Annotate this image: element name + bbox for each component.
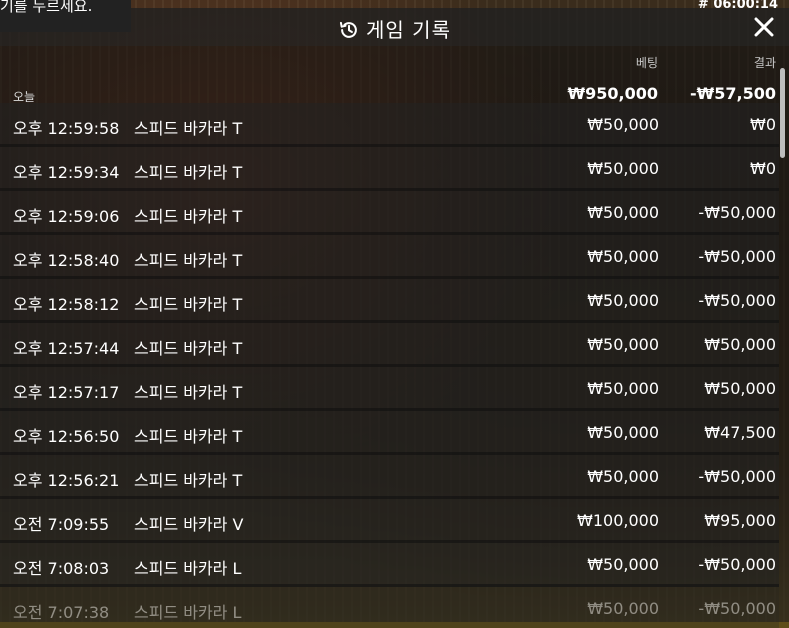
history-row[interactable]: 오전 7:09:55 스피드 바카라 V ₩100,000 ₩95,000 — [0, 499, 779, 543]
row-time: 오후 12:57:17 — [13, 383, 120, 402]
panel-title-text: 게임 기록 — [366, 18, 451, 42]
row-game: 스피드 바카라 T — [134, 427, 243, 446]
history-list[interactable]: 오후 12:59:58 스피드 바카라 T ₩50,000 ₩0 오후 12:5… — [0, 103, 789, 628]
row-result: ₩50,000 — [704, 379, 776, 398]
row-game: 스피드 바카라 L — [134, 559, 242, 578]
hint-text: 기를 누르세요. — [0, 0, 93, 15]
history-row[interactable]: 오후 12:57:17 스피드 바카라 T ₩50,000 ₩50,000 — [0, 367, 779, 411]
row-game: 스피드 바카라 T — [134, 295, 243, 314]
row-bet: ₩50,000 — [587, 335, 659, 354]
row-time: 오전 7:09:55 — [13, 515, 110, 534]
today-result-total: -₩57,500 — [689, 84, 776, 103]
row-bet: ₩50,000 — [587, 159, 659, 178]
column-header-result: 결과 — [753, 56, 776, 70]
row-time: 오후 12:56:21 — [13, 471, 120, 490]
today-summary-row: 오늘 ₩950,000 -₩57,500 — [0, 76, 789, 104]
row-time: 오후 12:56:50 — [13, 427, 120, 446]
close-icon[interactable] — [751, 14, 777, 40]
row-result: ₩0 — [750, 159, 776, 178]
row-result: -₩50,000 — [698, 555, 776, 574]
row-game: 스피드 바카라 T — [134, 471, 243, 490]
history-row[interactable]: 오후 12:58:12 스피드 바카라 T ₩50,000 -₩50,000 — [0, 279, 779, 323]
row-bet: ₩50,000 — [587, 599, 659, 618]
history-row[interactable]: 오후 12:59:06 스피드 바카라 T ₩50,000 -₩50,000 — [0, 191, 779, 235]
row-game: 스피드 바카라 V — [134, 515, 244, 534]
history-row[interactable]: 오후 12:59:34 스피드 바카라 T ₩50,000 ₩0 — [0, 147, 779, 191]
row-result: -₩50,000 — [698, 467, 776, 486]
row-time: 오후 12:57:44 — [13, 339, 120, 358]
row-game: 스피드 바카라 T — [134, 119, 243, 138]
column-header-bet: 베팅 — [635, 56, 658, 70]
row-game: 스피드 바카라 L — [134, 603, 242, 622]
history-row[interactable]: 오후 12:57:44 스피드 바카라 T ₩50,000 ₩50,000 — [0, 323, 779, 367]
row-bet: ₩100,000 — [577, 511, 659, 530]
row-result: ₩0 — [750, 115, 776, 134]
row-game: 스피드 바카라 T — [134, 339, 243, 358]
row-result: -₩50,000 — [698, 291, 776, 310]
row-bet: ₩50,000 — [587, 115, 659, 134]
row-result: ₩47,500 — [704, 423, 776, 442]
scrollbar-thumb[interactable] — [780, 68, 785, 158]
history-row[interactable]: 오후 12:59:58 스피드 바카라 T ₩50,000 ₩0 — [0, 103, 779, 147]
row-time: 오후 12:58:12 — [13, 295, 120, 314]
row-time: 오전 7:08:03 — [13, 559, 110, 578]
row-bet: ₩50,000 — [587, 247, 659, 266]
row-result: -₩50,000 — [698, 599, 776, 618]
row-time: 오후 12:59:58 — [13, 119, 120, 138]
row-game: 스피드 바카라 T — [134, 383, 243, 402]
row-bet: ₩50,000 — [587, 423, 659, 442]
row-bet: ₩50,000 — [587, 203, 659, 222]
row-time: 오후 12:59:06 — [13, 207, 120, 226]
row-bet: ₩50,000 — [587, 379, 659, 398]
history-row[interactable]: 오후 12:56:50 스피드 바카라 T ₩50,000 ₩47,500 — [0, 411, 779, 455]
history-row[interactable]: 오후 12:58:40 스피드 바카라 T ₩50,000 -₩50,000 — [0, 235, 779, 279]
row-time: 오후 12:58:40 — [13, 251, 120, 270]
history-row[interactable]: 오후 12:56:21 스피드 바카라 T ₩50,000 -₩50,000 — [0, 455, 779, 499]
row-bet: ₩50,000 — [587, 555, 659, 574]
row-time: 오전 7:07:38 — [13, 603, 110, 622]
round-id: # 06:00:14 — [697, 0, 778, 12]
column-headers: 베팅 결과 — [0, 54, 789, 72]
row-game: 스피드 바카라 T — [134, 207, 243, 226]
row-game: 스피드 바카라 T — [134, 163, 243, 182]
today-bet-total: ₩950,000 — [567, 84, 658, 103]
history-row[interactable]: 오전 7:07:38 스피드 바카라 L ₩50,000 -₩50,000 — [0, 587, 779, 628]
row-result: -₩50,000 — [698, 203, 776, 222]
row-bet: ₩50,000 — [587, 467, 659, 486]
history-icon — [339, 21, 357, 38]
row-bet: ₩50,000 — [587, 291, 659, 310]
row-result: ₩95,000 — [704, 511, 776, 530]
row-time: 오후 12:59:34 — [13, 163, 120, 182]
game-history-panel: 게임 기록 베팅 결과 오늘 ₩950,000 -₩57,500 오후 12:5… — [0, 8, 789, 628]
row-result: -₩50,000 — [698, 247, 776, 266]
row-result: ₩50,000 — [704, 335, 776, 354]
history-row[interactable]: 오전 7:08:03 스피드 바카라 L ₩50,000 -₩50,000 — [0, 543, 779, 587]
row-game: 스피드 바카라 T — [134, 251, 243, 270]
hint-text-box: 기를 누르세요. — [0, 0, 131, 32]
